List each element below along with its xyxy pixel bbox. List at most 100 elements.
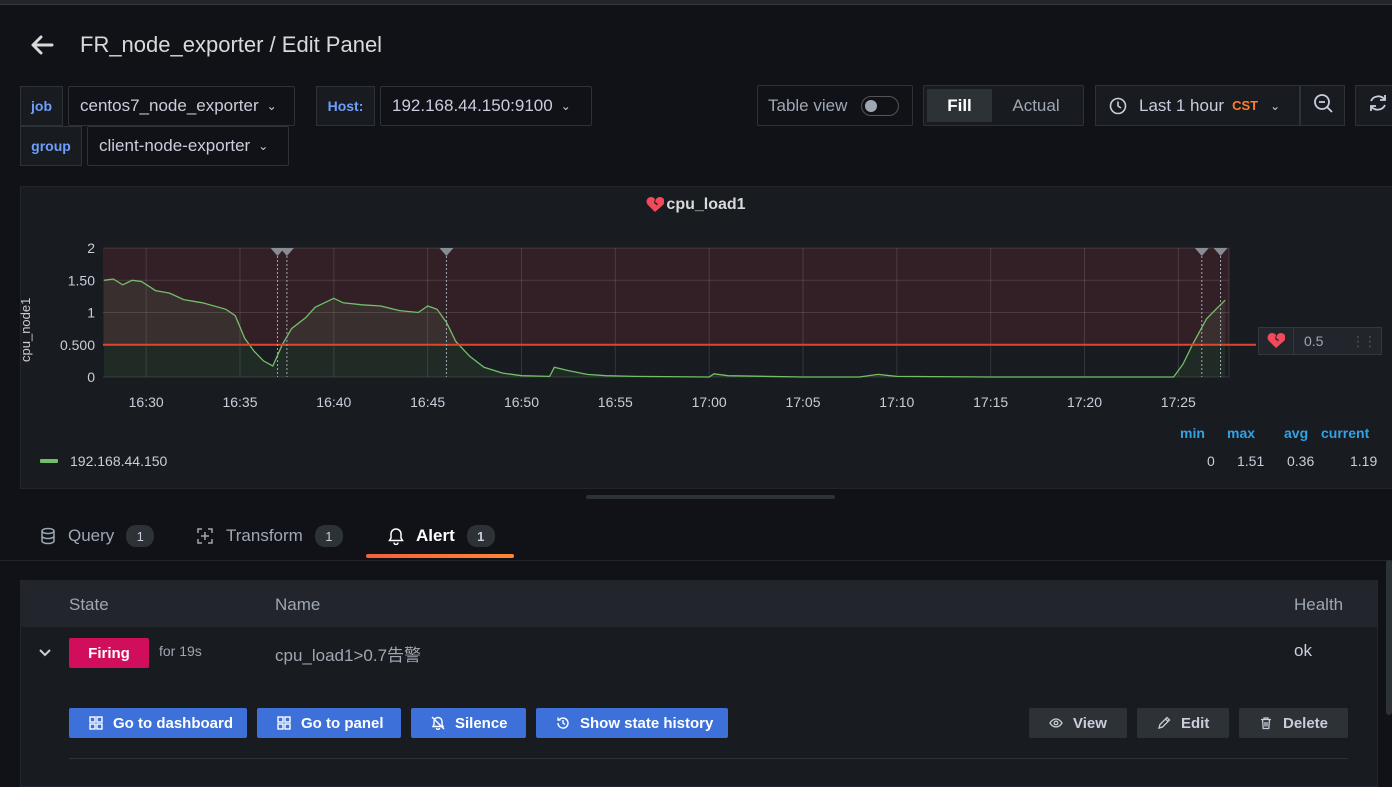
refresh-button[interactable] bbox=[1355, 85, 1392, 126]
variable-label-job: job bbox=[20, 86, 63, 126]
apps-icon bbox=[89, 716, 103, 730]
timezone-label: CST bbox=[1232, 98, 1259, 113]
chevron-down-icon: ⌄ bbox=[258, 139, 269, 153]
show-state-history-label: Show state history bbox=[580, 714, 714, 732]
broken-heart-icon bbox=[1267, 333, 1285, 349]
variable-value-job: centos7_node_exporter bbox=[80, 96, 259, 115]
legend-value-current: 1.19 bbox=[1350, 453, 1378, 469]
tab-transform-label: Transform bbox=[226, 526, 303, 545]
table-view-toggle[interactable]: Table view bbox=[757, 85, 913, 126]
collapse-chevron-icon[interactable] bbox=[37, 645, 53, 666]
x-tick-label: 17:00 bbox=[692, 394, 727, 410]
legend-header-max: max bbox=[1227, 425, 1256, 441]
active-tab-indicator bbox=[366, 554, 514, 558]
refresh-icon bbox=[1367, 92, 1389, 119]
top-border bbox=[0, 0, 1392, 5]
fill-button[interactable]: Fill bbox=[927, 89, 992, 122]
variable-value-host: 192.168.44.150:9100 bbox=[392, 96, 553, 115]
delete-button[interactable]: Delete bbox=[1239, 708, 1348, 738]
edit-label: Edit bbox=[1181, 714, 1210, 732]
silence-label: Silence bbox=[455, 714, 508, 732]
x-tick-label: 17:15 bbox=[973, 394, 1008, 410]
legend-header-current: current bbox=[1321, 425, 1370, 441]
legend-value-max: 1.51 bbox=[1237, 453, 1265, 469]
alert-table-header bbox=[21, 581, 1377, 627]
drag-handle-icon[interactable]: ⋮⋮ bbox=[1351, 333, 1377, 350]
x-tick-label: 17:05 bbox=[785, 394, 820, 410]
bell-icon bbox=[388, 527, 404, 545]
zoom-out-button[interactable] bbox=[1300, 85, 1345, 126]
legend-series-name[interactable]: 192.168.44.150 bbox=[70, 453, 167, 469]
tab-query[interactable]: Query 1 bbox=[40, 516, 155, 556]
variable-select-job[interactable]: centos7_node_exporter ⌄ bbox=[68, 86, 295, 126]
x-tick-label: 16:45 bbox=[410, 394, 445, 410]
go-to-dashboard-label: Go to dashboard bbox=[113, 714, 233, 732]
x-tick-label: 17:20 bbox=[1067, 394, 1102, 410]
threshold-value: 0.5 bbox=[1304, 333, 1324, 349]
go-to-panel-button[interactable]: Go to panel bbox=[257, 708, 401, 738]
legend-value-avg: 0.36 bbox=[1287, 453, 1315, 469]
eye-icon bbox=[1049, 716, 1063, 730]
threshold-region bbox=[103, 248, 1229, 345]
column-header-state: State bbox=[69, 595, 109, 614]
chart-area: 0 0.500 1 1.50 2 16:30 16:35 16:40 16:45 16:50 16:… bbox=[60, 240, 1256, 410]
tab-alert[interactable]: Alert 1 bbox=[388, 516, 495, 556]
panel-title: cpu_load1 bbox=[0, 196, 1392, 214]
tab-query-count: 1 bbox=[126, 525, 155, 547]
time-picker[interactable]: Last 1 hour CST ⌄ bbox=[1095, 85, 1300, 126]
bell-slash-icon bbox=[431, 716, 445, 730]
column-header-name: Name bbox=[275, 595, 321, 614]
toggle-switch[interactable] bbox=[861, 95, 900, 116]
threshold-handle[interactable]: 0.5 ⋮⋮ bbox=[1258, 327, 1382, 355]
tab-alert-label: Alert bbox=[416, 526, 455, 545]
x-tick-label: 16:55 bbox=[598, 394, 633, 410]
legend-series-swatch bbox=[40, 459, 58, 463]
alert-rule-name: cpu_load1>0.7告警 bbox=[275, 646, 422, 665]
page-title: FR_node_exporter / Edit Panel bbox=[80, 32, 383, 57]
legend-header-avg: avg bbox=[1284, 425, 1309, 441]
chevron-down-icon: ⌄ bbox=[266, 99, 277, 113]
y-tick-label: 2 bbox=[87, 240, 95, 256]
broken-heart-icon bbox=[646, 197, 665, 218]
go-to-dashboard-button[interactable]: Go to dashboard bbox=[69, 708, 247, 738]
chevron-down-icon: ⌄ bbox=[1270, 98, 1281, 113]
go-to-panel-label: Go to panel bbox=[301, 714, 384, 732]
tab-transform[interactable]: Transform 1 bbox=[196, 516, 343, 556]
pencil-icon bbox=[1157, 716, 1171, 730]
x-tick-label: 17:10 bbox=[879, 394, 914, 410]
row-divider bbox=[69, 758, 1348, 759]
view-label: View bbox=[1073, 714, 1107, 732]
tab-transform-count: 1 bbox=[314, 525, 343, 547]
scrollbar[interactable] bbox=[1386, 560, 1392, 715]
silence-button[interactable]: Silence bbox=[411, 708, 526, 738]
variable-label-group: group bbox=[20, 126, 82, 166]
apps-icon bbox=[277, 716, 291, 730]
x-tick-label: 16:35 bbox=[222, 394, 257, 410]
history-icon bbox=[556, 716, 570, 730]
time-range-label: Last 1 hour bbox=[1139, 95, 1225, 115]
fill-actual-switch: Fill Actual bbox=[923, 85, 1084, 126]
back-arrow-icon[interactable] bbox=[28, 31, 56, 59]
tab-alert-count: 1 bbox=[466, 525, 495, 547]
variable-select-group[interactable]: client-node-exporter ⌄ bbox=[87, 126, 289, 166]
column-header-health: Health bbox=[1294, 595, 1344, 614]
panel-title-text: cpu_load1 bbox=[666, 196, 746, 213]
legend-value-min: 0 bbox=[1207, 453, 1215, 469]
x-tick-label: 16:50 bbox=[504, 394, 539, 410]
chevron-down-icon: ⌄ bbox=[560, 99, 571, 113]
zoom-out-icon bbox=[1312, 92, 1334, 119]
x-tick-label: 16:40 bbox=[316, 394, 351, 410]
variable-select-host[interactable]: 192.168.44.150:9100 ⌄ bbox=[380, 86, 592, 126]
actual-button[interactable]: Actual bbox=[992, 89, 1080, 122]
clock-icon bbox=[1109, 97, 1127, 115]
y-tick-label: 0 bbox=[87, 369, 95, 385]
table-view-label: Table view bbox=[768, 95, 848, 115]
pane-splitter[interactable] bbox=[586, 495, 835, 499]
tab-query-label: Query bbox=[68, 526, 115, 545]
alert-health: ok bbox=[1294, 641, 1312, 660]
database-icon bbox=[40, 527, 56, 545]
view-button[interactable]: View bbox=[1029, 708, 1127, 738]
show-state-history-button[interactable]: Show state history bbox=[536, 708, 728, 738]
edit-button[interactable]: Edit bbox=[1137, 708, 1229, 738]
y-tick-label: 1.50 bbox=[68, 272, 95, 288]
